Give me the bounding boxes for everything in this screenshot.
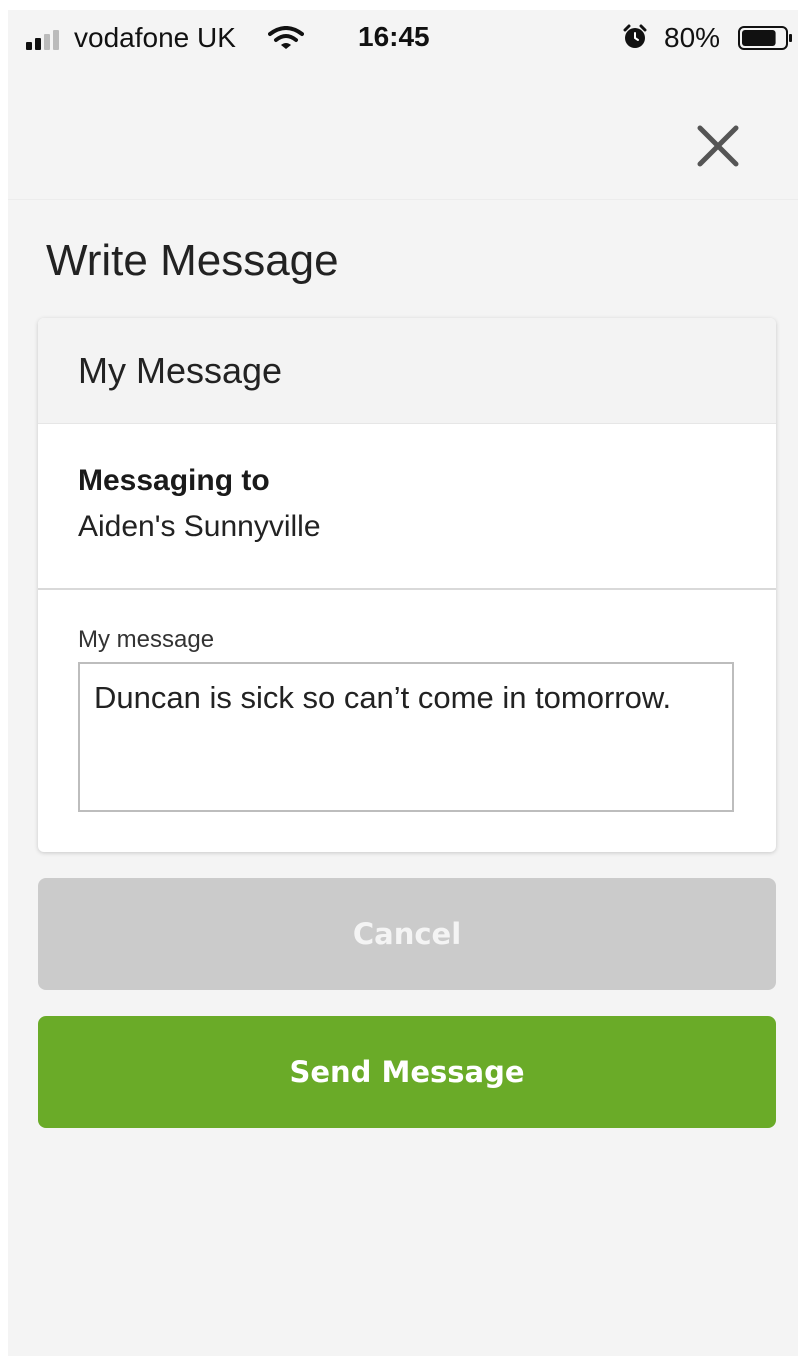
header-bar — [8, 62, 798, 200]
wifi-icon — [268, 26, 304, 49]
close-icon — [697, 125, 739, 167]
alarm-icon — [623, 24, 647, 48]
card-header: My Message — [38, 318, 776, 424]
message-field-label: My message — [78, 626, 215, 653]
recipient-name: Aiden's Sunnyville — [78, 510, 321, 543]
battery-percent: 80% — [664, 22, 721, 53]
page-title: Write Message — [46, 236, 339, 285]
status-time: 16:45 — [358, 21, 430, 52]
message-card: My Message Messaging to Aiden's Sunnyvil… — [38, 318, 776, 852]
recipient-section: Messaging to Aiden's Sunnyville — [38, 424, 776, 590]
carrier-name: vodafone UK — [74, 22, 236, 53]
recipient-label: Messaging to — [78, 464, 270, 497]
status-bar: vodafone UK 16:45 80% — [8, 10, 798, 62]
message-textarea[interactable]: Duncan is sick so can’t come in tomorrow… — [78, 662, 734, 812]
close-button[interactable] — [692, 120, 744, 172]
battery-icon — [738, 26, 792, 50]
send-message-button[interactable]: Send Message — [38, 1016, 776, 1128]
signal-icon — [26, 30, 59, 50]
cancel-button[interactable]: Cancel — [38, 878, 776, 990]
card-title: My Message — [78, 349, 283, 391]
app-screen: vodafone UK 16:45 80% Write Message My M… — [8, 10, 798, 1356]
